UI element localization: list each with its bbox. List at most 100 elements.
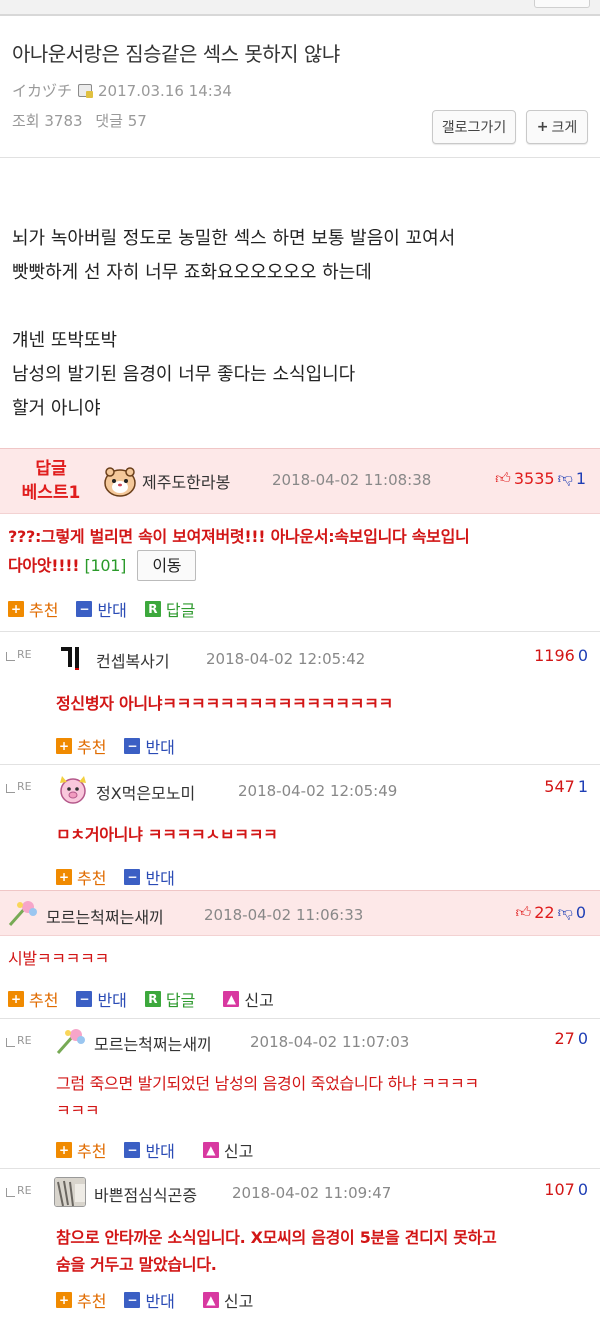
gallog-button[interactable]: 갤로그가기 xyxy=(432,110,516,144)
best-comment-header: 답글 베스트1 제주도한라봉 2018-04-02 11:08:38 👍︎ 35… xyxy=(0,448,600,514)
reply-r-icon: R xyxy=(144,991,161,1007)
comment-votes: 547 1 xyxy=(544,777,588,796)
comment-votes: 👍︎ 3535 👎︎ 1 xyxy=(495,469,586,488)
flower-avatar-icon[interactable] xyxy=(54,1027,88,1057)
reply-r-icon: R xyxy=(144,601,161,617)
report-label: 신고 xyxy=(223,1292,254,1311)
reply-arrow-icon: RE xyxy=(6,648,32,661)
body-line: 뇌가 녹아버릴 정도로 농밀한 섹스 하면 보통 발음이 꼬여서 xyxy=(12,228,456,249)
minus-icon: − xyxy=(124,738,141,754)
divider xyxy=(0,1018,600,1019)
comment-actions: + 추천 − 반대 R 답글 xyxy=(8,597,213,621)
comment-text-line: 숨을 거두고 말았습니다. xyxy=(56,1255,217,1274)
move-button[interactable]: 이동 xyxy=(137,550,197,581)
report-label: 신고 xyxy=(223,1142,254,1161)
hamster-avatar-icon[interactable] xyxy=(102,463,138,499)
minus-icon: − xyxy=(76,991,93,1007)
plus-icon: + xyxy=(8,991,24,1007)
pig-avatar-icon[interactable] xyxy=(56,772,90,806)
oppose-button[interactable]: − 반대 xyxy=(124,865,175,889)
recommend-label: 추천 xyxy=(77,869,107,888)
upvote-count: 3535 xyxy=(513,469,555,488)
downvote-count: 1 xyxy=(577,777,588,796)
enlarge-button[interactable]: + 크게 xyxy=(526,110,588,144)
comment-votes: 107 0 xyxy=(544,1180,588,1199)
recommend-button[interactable]: + 추천 xyxy=(56,1288,106,1312)
best-badge-line2: 베스트1 xyxy=(21,483,81,503)
top-bar-button[interactable] xyxy=(534,0,590,8)
enlarge-label: 크게 xyxy=(551,120,578,136)
comment-text-line-2: 다아앗!!!! xyxy=(8,556,80,575)
recommend-label: 추천 xyxy=(77,1292,107,1311)
oppose-button[interactable]: − 반대 xyxy=(124,734,175,758)
divider xyxy=(0,631,600,632)
re-label: RE xyxy=(17,648,32,661)
siren-icon: ▲ xyxy=(223,991,240,1007)
comment-nickname[interactable]: 바쁜점심식곤증 xyxy=(94,1182,197,1206)
author-name[interactable]: イカヅチ xyxy=(12,80,72,101)
re-label: RE xyxy=(17,1184,32,1197)
comment-nickname[interactable]: 제주도한라봉 xyxy=(142,469,230,493)
minus-icon: − xyxy=(124,1142,141,1158)
flower-avatar-icon[interactable] xyxy=(6,899,40,929)
comment-text: ???:그렇게 벌리면 속이 보여져버렷!!! 아나운서:속보입니다 속보입니 … xyxy=(8,523,470,581)
comment-nickname[interactable]: 컨셉복사기 xyxy=(96,648,170,672)
comment-date: 2018-04-02 11:08:38 xyxy=(272,471,432,489)
recommend-button[interactable]: + 추천 xyxy=(8,987,58,1011)
comment-actions: + 추천 − 반대 ▲ 신고 xyxy=(56,1288,271,1312)
oppose-label: 반대 xyxy=(97,601,127,620)
reply-count: [101] xyxy=(84,556,127,575)
plus-icon: + xyxy=(536,119,549,135)
comment-nickname[interactable]: 정X먹은모노미 xyxy=(96,780,195,804)
body-line: 빳빳하게 선 자히 너무 죠화요오오오오오 하는데 xyxy=(12,262,372,283)
post-body: 뇌가 녹아버릴 정도로 농밀한 섹스 하면 보통 발음이 꼬여서 빳빳하게 선 … xyxy=(12,222,455,426)
oppose-button[interactable]: − 반대 xyxy=(124,1288,175,1312)
comment-nickname[interactable]: 모르는척쩌는새끼 xyxy=(94,1031,212,1055)
oppose-button[interactable]: − 반대 xyxy=(124,1138,175,1162)
comment-date: 2018-04-02 12:05:42 xyxy=(206,650,366,668)
thumbs-down-icon: 👎︎ xyxy=(557,903,573,921)
comment-votes: 27 0 xyxy=(554,1029,588,1048)
body-line-empty xyxy=(12,290,455,324)
comment-text-line: ㅋㅋㅋ xyxy=(56,1101,100,1120)
reply-label: 답글 xyxy=(165,601,196,620)
re-label: RE xyxy=(17,1034,32,1047)
plus-icon: + xyxy=(56,1292,72,1308)
downvote-count: 0 xyxy=(575,903,586,922)
report-button[interactable]: ▲ 신고 xyxy=(202,1138,254,1162)
recommend-label: 추천 xyxy=(29,991,59,1010)
photo-avatar-icon[interactable] xyxy=(54,1177,86,1207)
minus-icon: − xyxy=(124,1292,141,1308)
comment-text: 시발ㅋㅋㅋㅋㅋ xyxy=(8,949,109,968)
downvote-count: 0 xyxy=(577,1180,588,1199)
member-level-icon xyxy=(78,84,94,98)
comment-date: 2018-04-02 11:06:33 xyxy=(204,906,364,924)
oppose-button[interactable]: − 반대 xyxy=(76,987,127,1011)
downvote-count: 0 xyxy=(577,1029,588,1048)
siren-icon: ▲ xyxy=(202,1292,219,1308)
gi-avatar-icon[interactable] xyxy=(56,643,86,673)
divider xyxy=(0,1168,600,1169)
re-label: RE xyxy=(17,780,32,793)
recommend-button[interactable]: + 추천 xyxy=(56,1138,106,1162)
minus-icon: − xyxy=(124,869,141,885)
comment-votes: 1196 0 xyxy=(534,646,588,665)
thumbs-up-icon: 👍︎ xyxy=(515,903,532,921)
plus-icon: + xyxy=(8,601,24,617)
reply-button[interactable]: R 답글 xyxy=(144,597,196,621)
upvote-count: 1196 xyxy=(534,646,575,665)
report-button[interactable]: ▲ 신고 xyxy=(223,987,274,1011)
best-reply-badge: 답글 베스트1 xyxy=(12,457,90,505)
recommend-button[interactable]: + 추천 xyxy=(56,734,106,758)
recommend-button[interactable]: + 추천 xyxy=(56,865,106,889)
comment-nickname[interactable]: 모르는척쩌는새끼 xyxy=(46,904,164,928)
recommend-label: 추천 xyxy=(29,601,59,620)
oppose-button[interactable]: − 반대 xyxy=(76,597,127,621)
post-meta: イカヅチ 2017.03.16 14:34 xyxy=(12,80,232,101)
downvote-count: 0 xyxy=(577,646,588,665)
recommend-button[interactable]: + 추천 xyxy=(8,597,58,621)
reply-button[interactable]: R 답글 xyxy=(144,987,195,1011)
oppose-label: 반대 xyxy=(145,738,175,757)
report-button[interactable]: ▲ 신고 xyxy=(202,1288,254,1312)
comment-header: 모르는척쩌는새끼 2018-04-02 11:06:33 👍︎ 22 👎︎ 0 xyxy=(0,890,600,936)
